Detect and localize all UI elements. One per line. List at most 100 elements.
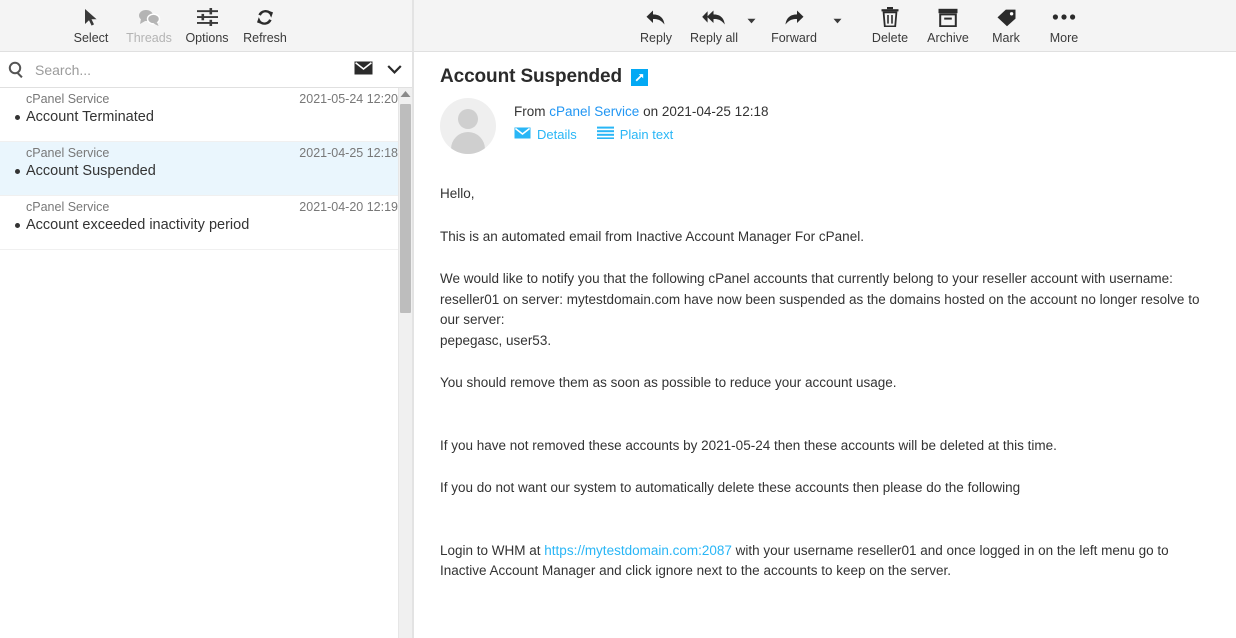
envelope-icon [514,127,531,142]
list-item-subject: Account Terminated [26,109,154,125]
message-list: cPanel Service 2021-05-24 12:20 Account … [0,88,412,638]
reply-all-button-label: Reply all [690,31,738,45]
archive-box-icon [938,4,958,30]
unread-dot-icon [8,168,26,174]
more-button[interactable]: More [1035,0,1093,52]
from-prefix: From [514,104,546,119]
reply-icon [645,4,667,30]
forward-button-label: Forward [771,31,817,45]
refresh-button-label: Refresh [243,31,287,45]
body-paragraph-2: We would like to notify you that the fol… [440,271,1200,327]
delete-button[interactable]: Delete [861,0,919,52]
message-toolbar: Reply Reply all Forward Delete Archive M… [412,0,1236,52]
list-item-subject: Account Suspended [26,163,156,179]
list-item[interactable]: cPanel Service 2021-04-20 12:19 Account … [0,196,412,250]
trash-icon [881,4,899,30]
search-icon [8,61,25,78]
mark-button[interactable]: Mark [977,0,1035,52]
body-greeting: Hello, [440,186,475,201]
body-paragraph-3: You should remove them as soon as possib… [440,375,897,390]
list-item-sender: cPanel Service [26,146,110,160]
refresh-button[interactable]: Refresh [236,0,294,52]
sender-line: From cPanel Service on 2021-04-25 12:18 [514,104,768,119]
whm-url-link[interactable]: https://mytestdomain.com:2087 [544,543,732,558]
message-list-pane: Select Threads Options Refresh Search...… [0,0,412,638]
message-date: 2021-04-25 12:18 [661,104,769,119]
scrollbar-thumb[interactable] [400,104,411,313]
list-item-date: 2021-05-24 12:20 [299,92,398,106]
envelope-icon[interactable] [354,61,373,78]
mark-button-label: Mark [992,31,1020,45]
reply-all-caret-icon[interactable] [743,0,759,52]
list-item-date: 2021-04-20 12:19 [299,200,398,214]
reply-all-group: Reply all [685,0,759,52]
list-item[interactable]: cPanel Service 2021-05-24 12:20 Account … [0,88,412,142]
page-title: Account Suspended [440,66,622,87]
sliders-icon [196,4,218,30]
external-link-icon[interactable] [630,68,648,86]
archive-button[interactable]: Archive [919,0,977,52]
threads-icon [137,4,161,30]
list-item-sender: cPanel Service [26,92,110,106]
list-item-subject-row: Account Suspended [8,163,398,179]
list-item-meta: cPanel Service 2021-04-20 12:19 [8,200,398,214]
delete-button-label: Delete [871,31,909,45]
unread-dot-icon [8,114,26,120]
reply-button[interactable]: Reply [627,0,685,52]
refresh-icon [255,4,275,30]
forward-caret-icon[interactable] [829,0,845,52]
options-button-label: Options [185,31,229,45]
message-title-row: Account Suspended [440,66,1218,88]
mail-client: Select Threads Options Refresh Search...… [0,0,1236,638]
message-body: Hello, This is an automated email from I… [412,154,1236,638]
more-button-label: More [1049,31,1079,45]
list-item-meta: cPanel Service 2021-04-25 12:18 [8,146,398,160]
header-links: Details Plain text [514,126,768,142]
list-item-meta: cPanel Service 2021-05-24 12:20 [8,92,398,106]
scroll-up-arrow-icon[interactable] [399,90,412,98]
details-label: Details [537,126,577,142]
cursor-arrow-icon [83,4,100,30]
threads-button-label: Threads [126,31,172,45]
forward-icon [783,4,805,30]
reply-all-button[interactable]: Reply all [685,0,743,52]
list-item-date: 2021-04-25 12:18 [299,146,398,160]
message-view-pane: Reply Reply all Forward Delete Archive M… [412,0,1236,638]
options-button[interactable]: Options [178,0,236,52]
plain-text-toggle[interactable]: Plain text [596,126,674,142]
body-paragraph-4: If you have not removed these accounts b… [440,437,1057,453]
details-toggle[interactable]: Details [514,127,577,142]
on-text: on [643,104,659,119]
avatar [440,98,496,154]
ellipsis-icon [1052,4,1076,30]
list-item-subject-row: Account exceeded inactivity period [8,217,398,233]
threads-button[interactable]: Threads [120,0,178,52]
chevron-down-icon[interactable] [387,62,402,77]
list-item-subject: Account exceeded inactivity period [26,217,250,233]
body-login-prefix: Login to WHM at [440,542,545,558]
message-list-scrollbar[interactable] [398,88,412,638]
unread-dot-icon [8,222,26,228]
list-lines-icon [596,126,614,142]
sender-meta: From cPanel Service on 2021-04-25 12:18 [514,98,768,142]
search-input[interactable] [33,60,346,79]
body-paragraph-1: This is an automated email from Inactive… [440,228,864,244]
list-item[interactable]: cPanel Service 2021-04-25 12:18 Account … [0,142,412,196]
reply-button-label: Reply [640,31,672,45]
archive-button-label: Archive [927,31,969,45]
select-button[interactable]: Select [62,0,120,52]
reply-all-icon [701,4,727,30]
sender-name-link[interactable]: cPanel Service [549,104,639,119]
plain-text-label: Plain text [619,126,674,142]
forward-group: Forward [759,0,845,52]
tag-icon [996,4,1017,30]
list-item-sender: cPanel Service [26,200,110,214]
pane-divider[interactable] [412,0,414,638]
message-header: Account Suspended From cPanel Service on… [412,52,1236,154]
forward-button[interactable]: Forward [759,0,829,52]
body-paragraph-6: Login to WHM at https://mytestdomain.com… [440,541,1218,582]
list-toolbar: Select Threads Options Refresh [0,0,412,52]
list-item-subject-row: Account Terminated [8,109,398,125]
select-button-label: Select [73,31,109,45]
search-bar [0,52,412,88]
